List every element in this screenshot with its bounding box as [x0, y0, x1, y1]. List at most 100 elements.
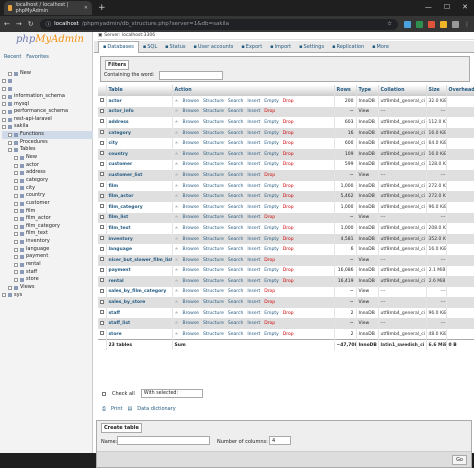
- action-drop[interactable]: Drop: [264, 321, 275, 326]
- table-name-link[interactable]: film: [106, 180, 173, 192]
- action-structure[interactable]: Structure: [203, 289, 224, 294]
- profile-avatar[interactable]: [452, 20, 459, 28]
- tab-user-accounts[interactable]: ▪ User accounts: [189, 41, 237, 53]
- tree-item[interactable]: category: [2, 177, 93, 185]
- action-empty[interactable]: Empty: [264, 131, 279, 136]
- tree-item[interactable]: sakila: [2, 123, 93, 131]
- action-structure[interactable]: Structure: [203, 237, 224, 242]
- action-drop[interactable]: Drop: [264, 109, 275, 114]
- back-icon[interactable]: ←: [4, 20, 10, 28]
- expand-icon[interactable]: [14, 247, 18, 252]
- action-search[interactable]: Search: [228, 109, 243, 114]
- action-search[interactable]: Search: [228, 321, 243, 326]
- row-checkbox[interactable]: [100, 299, 104, 304]
- new-tab-icon[interactable]: +: [98, 3, 106, 13]
- row-checkbox[interactable]: [100, 225, 104, 230]
- action-browse[interactable]: Browse: [183, 279, 199, 284]
- action-structure[interactable]: Structure: [203, 279, 224, 284]
- favorite-star-icon[interactable]: ★: [175, 120, 179, 125]
- action-insert[interactable]: Insert: [247, 332, 260, 337]
- action-drop[interactable]: Drop: [283, 194, 294, 199]
- expand-icon[interactable]: [2, 79, 6, 84]
- action-insert[interactable]: Insert: [247, 194, 260, 199]
- action-insert[interactable]: Insert: [247, 247, 260, 252]
- row-checkbox[interactable]: [100, 119, 104, 124]
- favorites-tab[interactable]: Favorites: [26, 54, 49, 60]
- expand-icon[interactable]: [14, 171, 18, 176]
- action-insert[interactable]: Insert: [247, 300, 260, 305]
- tree-item[interactable]: staff: [2, 269, 93, 277]
- expand-icon[interactable]: [14, 216, 18, 221]
- browser-tab[interactable]: localhost / localhost | phpMyAdmin ✕: [4, 1, 92, 15]
- expand-icon[interactable]: [8, 285, 12, 290]
- action-structure[interactable]: Structure: [203, 311, 224, 316]
- action-browse[interactable]: Browse: [183, 226, 199, 231]
- action-search[interactable]: Search: [228, 289, 243, 294]
- action-insert[interactable]: Insert: [247, 184, 260, 189]
- action-browse[interactable]: Browse: [183, 162, 199, 167]
- action-empty[interactable]: Empty: [264, 279, 279, 284]
- action-empty[interactable]: Empty: [264, 184, 279, 189]
- favorite-star-icon[interactable]: ★: [175, 311, 179, 316]
- favorite-star-icon[interactable]: ★: [175, 162, 179, 167]
- action-empty[interactable]: Empty: [264, 226, 279, 231]
- action-structure[interactable]: Structure: [203, 226, 224, 231]
- action-browse[interactable]: Browse: [183, 194, 199, 199]
- minimize-icon[interactable]: —: [425, 3, 432, 11]
- action-search[interactable]: Search: [228, 311, 243, 316]
- table-name-link[interactable]: sales_by_film_category: [106, 286, 173, 298]
- forward-icon[interactable]: →: [16, 20, 22, 28]
- tree-item[interactable]: address: [2, 169, 93, 177]
- maximize-icon[interactable]: ☐: [444, 3, 450, 11]
- column-header[interactable]: Overhead: [446, 85, 474, 96]
- action-search[interactable]: Search: [228, 205, 243, 210]
- action-insert[interactable]: Insert: [247, 99, 260, 104]
- action-structure[interactable]: Structure: [203, 141, 224, 146]
- action-browse[interactable]: Browse: [183, 321, 199, 326]
- expand-icon[interactable]: [14, 270, 18, 275]
- table-name-link[interactable]: film_actor: [106, 191, 173, 202]
- tree-item[interactable]: New: [2, 70, 93, 78]
- action-browse[interactable]: Browse: [183, 237, 199, 242]
- server-crumb[interactable]: Server: localhost:3306: [104, 33, 155, 38]
- action-empty[interactable]: Empty: [264, 141, 279, 146]
- table-name-link[interactable]: customer: [106, 159, 173, 171]
- row-checkbox[interactable]: [100, 140, 104, 145]
- table-name-link[interactable]: customer_list: [106, 170, 173, 181]
- table-name-link[interactable]: category: [106, 127, 173, 139]
- expand-icon[interactable]: [2, 102, 6, 107]
- action-browse[interactable]: Browse: [183, 300, 199, 305]
- action-empty[interactable]: Empty: [264, 99, 279, 104]
- row-checkbox[interactable]: [100, 161, 104, 166]
- action-drop[interactable]: Drop: [264, 289, 275, 294]
- action-drop[interactable]: Drop: [264, 300, 275, 305]
- column-header[interactable]: Size: [426, 85, 447, 96]
- action-empty[interactable]: Empty: [264, 332, 279, 337]
- action-search[interactable]: Search: [228, 247, 243, 252]
- action-insert[interactable]: Insert: [247, 109, 260, 114]
- table-name-link[interactable]: inventory: [106, 233, 173, 245]
- action-insert[interactable]: Insert: [247, 268, 260, 273]
- action-insert[interactable]: Insert: [247, 215, 260, 220]
- table-name-link[interactable]: rental: [106, 276, 173, 287]
- expand-icon[interactable]: [14, 163, 18, 168]
- action-drop[interactable]: Drop: [283, 311, 294, 316]
- expand-icon[interactable]: [14, 209, 18, 214]
- row-checkbox[interactable]: [100, 98, 104, 103]
- action-insert[interactable]: Insert: [247, 205, 260, 210]
- expand-icon[interactable]: [14, 232, 18, 237]
- expand-icon[interactable]: [8, 132, 12, 137]
- action-drop[interactable]: Drop: [264, 258, 275, 263]
- table-name-link[interactable]: language: [106, 244, 173, 255]
- column-header[interactable]: Table: [106, 85, 173, 96]
- expand-icon[interactable]: [14, 201, 18, 206]
- table-name-link[interactable]: film_category: [106, 201, 173, 213]
- action-insert[interactable]: Insert: [247, 120, 260, 125]
- favorite-star-icon[interactable]: ★: [175, 205, 179, 210]
- action-insert[interactable]: Insert: [247, 311, 260, 316]
- tab-more[interactable]: ▪ More: [368, 41, 393, 53]
- tree-item[interactable]: [2, 78, 93, 86]
- columns-input[interactable]: 4: [269, 436, 291, 445]
- phpmyadmin-logo[interactable]: phpMyAdmin: [16, 34, 84, 45]
- tree-item[interactable]: store: [2, 276, 93, 284]
